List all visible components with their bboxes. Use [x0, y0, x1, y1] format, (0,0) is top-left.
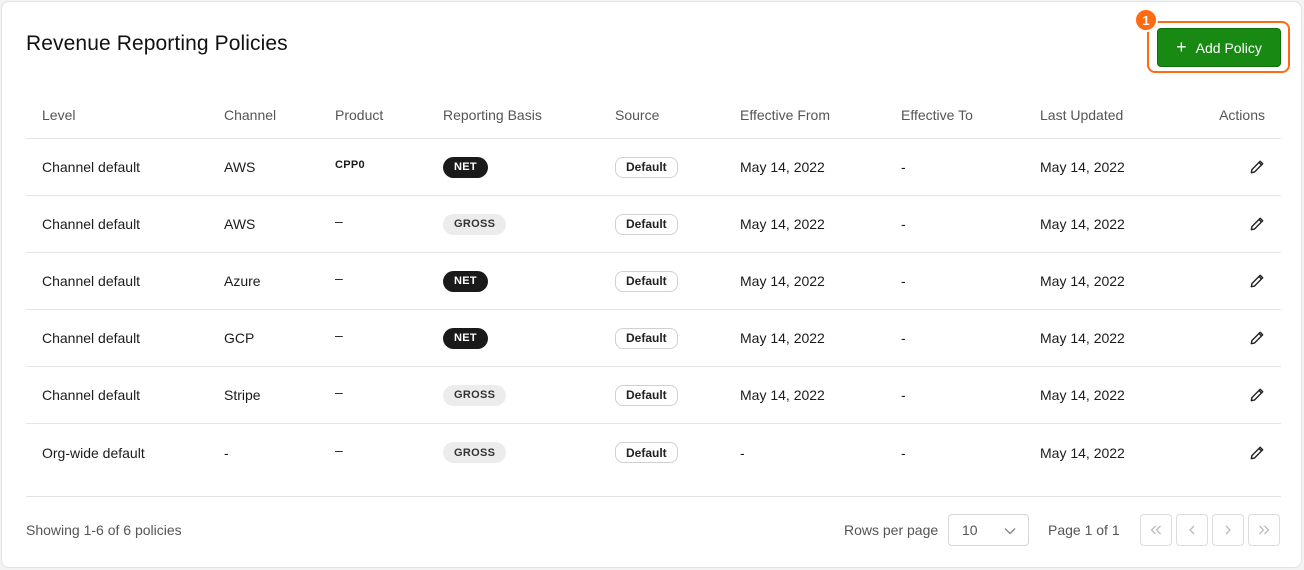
- cell-last-updated: May 14, 2022: [1040, 216, 1125, 232]
- cell-product: –: [335, 327, 343, 343]
- cell-level: Channel default: [42, 159, 141, 175]
- cell-effective-to: -: [901, 273, 906, 289]
- annotation-badge: 1: [1134, 8, 1158, 32]
- source-badge: Default: [615, 213, 678, 235]
- table-row: Channel default AWS – GROSS Default May …: [26, 196, 1281, 253]
- cell-level: Channel default: [42, 216, 141, 232]
- cell-channel: AWS: [224, 159, 256, 175]
- source-badge: Default: [615, 327, 678, 349]
- policies-card: Revenue Reporting Policies + Add Policy …: [1, 1, 1302, 568]
- policies-table: Level Channel Product Reporting Basis So…: [26, 92, 1281, 481]
- source-badge: Default: [615, 442, 678, 463]
- cell-effective-to: -: [901, 330, 906, 346]
- cell-effective-from: May 14, 2022: [740, 273, 825, 289]
- cell-effective-from: May 14, 2022: [740, 387, 825, 403]
- cell-effective-to: -: [901, 159, 906, 175]
- rows-per-page-select[interactable]: 10: [948, 514, 1029, 546]
- header-level: Level: [42, 107, 76, 123]
- cell-product: CPP0: [335, 159, 365, 171]
- chevron-down-icon: [1004, 522, 1016, 538]
- pencil-icon[interactable]: [1249, 216, 1265, 232]
- header-reporting-basis: Reporting Basis: [443, 107, 542, 123]
- cell-effective-from: May 14, 2022: [740, 159, 825, 175]
- cell-last-updated: May 14, 2022: [1040, 159, 1125, 175]
- next-page-button[interactable]: [1212, 514, 1244, 546]
- add-policy-label: Add Policy: [1195, 39, 1262, 56]
- cell-effective-to: -: [901, 387, 906, 403]
- source-badge: Default: [615, 384, 678, 406]
- cell-last-updated: May 14, 2022: [1040, 330, 1125, 346]
- source-badge: Default: [615, 270, 678, 292]
- table-row: Channel default AWS CPP0 NET Default May…: [26, 139, 1281, 196]
- chevron-right-icon: [1224, 522, 1232, 538]
- cell-product: –: [335, 213, 343, 229]
- double-chevron-right-icon: [1258, 522, 1270, 538]
- cell-level: Org-wide default: [42, 444, 145, 461]
- rows-per-page-label: Rows per page: [844, 522, 939, 538]
- pencil-icon[interactable]: [1249, 387, 1265, 403]
- page-title: Revenue Reporting Policies: [26, 32, 288, 55]
- header-product: Product: [335, 107, 384, 123]
- first-page-button[interactable]: [1140, 514, 1172, 546]
- cell-product: –: [335, 270, 343, 286]
- add-policy-button[interactable]: + Add Policy: [1157, 28, 1281, 67]
- chevron-left-icon: [1188, 522, 1196, 538]
- reporting-basis-badge: GROSS: [443, 213, 507, 235]
- cell-last-updated: May 14, 2022: [1040, 273, 1125, 289]
- cell-last-updated: May 14, 2022: [1040, 444, 1125, 461]
- table-row: Channel default GCP – NET Default May 14…: [26, 310, 1281, 367]
- header-actions: Actions: [1219, 107, 1265, 123]
- last-page-button[interactable]: [1248, 514, 1280, 546]
- cell-channel: Azure: [224, 273, 261, 289]
- cell-product: –: [335, 441, 343, 458]
- pencil-icon[interactable]: [1249, 445, 1265, 461]
- table-row: Channel default Azure – NET Default May …: [26, 253, 1281, 310]
- source-badge: Default: [615, 156, 678, 178]
- cell-last-updated: May 14, 2022: [1040, 387, 1125, 403]
- cell-channel: Stripe: [224, 387, 261, 403]
- pencil-icon[interactable]: [1249, 273, 1265, 289]
- cell-level: Channel default: [42, 387, 141, 403]
- header-effective-from: Effective From: [740, 107, 830, 123]
- cell-channel: -: [224, 444, 229, 461]
- cell-effective-from: May 14, 2022: [740, 216, 825, 232]
- rows-per-page-value: 10: [962, 522, 978, 538]
- reporting-basis-badge: NET: [443, 156, 488, 178]
- pencil-icon[interactable]: [1249, 159, 1265, 175]
- showing-count: Showing 1-6 of 6 policies: [26, 522, 182, 538]
- header-source: Source: [615, 107, 660, 123]
- reporting-basis-badge: GROSS: [443, 442, 507, 463]
- table-row: Org-wide default - – GROSS Default - - M…: [26, 424, 1281, 481]
- cell-effective-to: -: [901, 216, 906, 232]
- table-row: Channel default Stripe – GROSS Default M…: [26, 367, 1281, 424]
- pencil-icon[interactable]: [1249, 330, 1265, 346]
- header-last-updated: Last Updated: [1040, 107, 1124, 123]
- cell-effective-to: -: [901, 444, 906, 461]
- cell-level: Channel default: [42, 330, 141, 346]
- cell-product: –: [335, 384, 343, 400]
- header-channel: Channel: [224, 107, 277, 123]
- reporting-basis-badge: NET: [443, 270, 488, 292]
- cell-channel: GCP: [224, 330, 255, 346]
- header-effective-to: Effective To: [901, 107, 973, 123]
- cell-effective-from: -: [740, 444, 745, 461]
- table-header-row: Level Channel Product Reporting Basis So…: [26, 92, 1281, 139]
- plus-icon: +: [1176, 36, 1187, 57]
- double-chevron-left-icon: [1150, 522, 1162, 538]
- reporting-basis-badge: GROSS: [443, 384, 507, 406]
- page-info: Page 1 of 1: [1048, 522, 1120, 538]
- cell-channel: AWS: [224, 216, 256, 232]
- reporting-basis-badge: NET: [443, 327, 488, 349]
- footer-divider: [26, 496, 1281, 497]
- cell-level: Channel default: [42, 273, 141, 289]
- prev-page-button[interactable]: [1176, 514, 1208, 546]
- cell-effective-from: May 14, 2022: [740, 330, 825, 346]
